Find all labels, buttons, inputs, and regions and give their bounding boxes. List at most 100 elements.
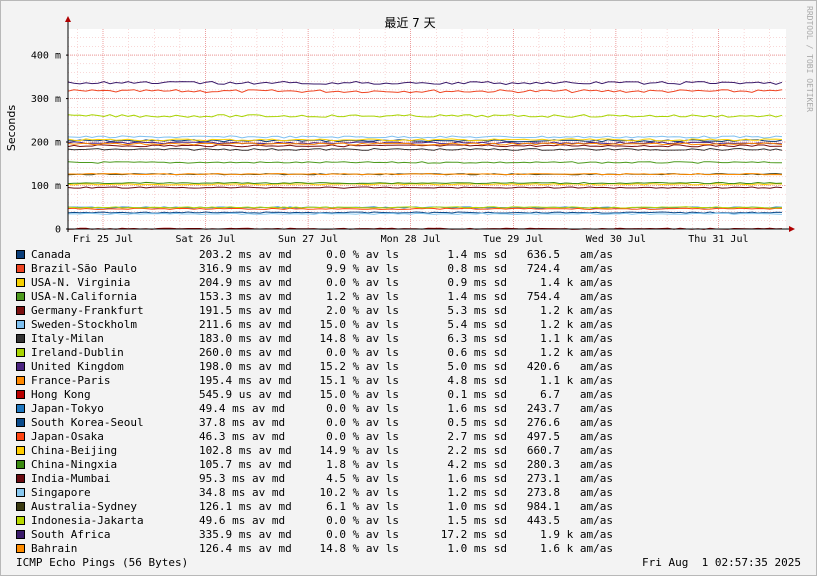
- legend-name: Italy-Milan: [31, 332, 104, 345]
- legend-name: South Africa: [31, 528, 111, 541]
- legend-stddev: 5.3 ms sd: [447, 304, 507, 317]
- legend-loss: 4.5 % av ls: [326, 472, 399, 485]
- legend-am-as: 273.8 am/as: [526, 486, 613, 499]
- legend-swatch: [16, 516, 25, 525]
- legend-median: 191.5 ms av md: [199, 304, 292, 317]
- legend-row: United Kingdom 198.0 ms av md 15.2 % av ls…: [16, 360, 616, 374]
- y-axis-label: Seconds: [5, 105, 18, 151]
- legend-median: 198.0 ms av md: [199, 360, 292, 373]
- legend-median: 316.9 ms av md: [199, 262, 292, 275]
- legend-loss: 0.0 % av ls: [326, 416, 399, 429]
- legend-swatch: [16, 334, 25, 343]
- legend-stddev: 17.2 ms sd: [440, 528, 507, 541]
- legend-stddev: 2.2 ms sd: [447, 444, 507, 457]
- legend-median: 183.0 ms av md: [199, 332, 292, 345]
- legend-row: France-Paris 195.4 ms av md 15.1 % av ls 4.…: [16, 374, 616, 388]
- legend-stddev: 0.8 ms sd: [447, 262, 507, 275]
- legend-stddev: 4.8 ms sd: [447, 374, 507, 387]
- legend-row: Italy-Milan 183.0 ms av md 14.8 % av ls 6.3…: [16, 332, 616, 346]
- legend-am-as: 660.7 am/as: [526, 444, 613, 457]
- legend-median: 153.3 ms av md: [199, 290, 292, 303]
- legend-row: Germany-Frankfurt 191.5 ms av md 2.0 % av …: [16, 304, 616, 318]
- legend-median: 126.1 ms av md: [199, 500, 292, 513]
- legend-loss: 14.8 % av ls: [319, 332, 399, 345]
- legend-am-as: 273.1 am/as: [526, 472, 613, 485]
- legend-stddev: 5.0 ms sd: [447, 360, 507, 373]
- legend-median: 203.2 ms av md: [199, 248, 292, 261]
- legend-loss: 0.0 % av ls: [326, 430, 399, 443]
- legend-loss: 15.0 % av ls: [319, 388, 399, 401]
- y-tick-label: 200 m: [31, 138, 61, 149]
- legend-stddev: 1.4 ms sd: [447, 248, 507, 261]
- legend-row: India-Mumbai 95.3 ms av md 4.5 % av ls 1.6 …: [16, 472, 616, 486]
- ping-chart: 最近 7 天 Seconds RRDTOOL / TOBI OETIKER 0 1…: [5, 6, 814, 245]
- legend-median: 49.6 ms av md: [199, 514, 286, 527]
- legend-stddev: 2.7 ms sd: [447, 430, 507, 443]
- legend-loss: 14.8 % av ls: [319, 542, 399, 555]
- legend-loss: 0.0 % av ls: [326, 402, 399, 415]
- rrdtool-watermark: RRDTOOL / TOBI OETIKER: [805, 6, 814, 112]
- legend-median: 102.8 ms av md: [199, 444, 292, 457]
- legend-am-as: 497.5 am/as: [526, 430, 613, 443]
- legend-loss: 0.0 % av ls: [326, 528, 399, 541]
- legend-name: United Kingdom: [31, 360, 124, 373]
- legend-median: 335.9 ms av md: [199, 528, 292, 541]
- legend-am-as: 984.1 am/as: [526, 500, 613, 513]
- legend-stddev: 0.9 ms sd: [447, 276, 507, 289]
- legend-row: South Korea-Seoul 37.8 ms av md 0.0 % av l…: [16, 416, 616, 430]
- legend-row: Indonesia-Jakarta 49.6 ms av md 0.0 % av l…: [16, 514, 616, 528]
- legend-name: Singapore: [31, 486, 91, 499]
- legend-row: Australia-Sydney 126.1 ms av md 6.1 % av l…: [16, 500, 616, 514]
- legend-row: USA-N.California 153.3 ms av md 1.2 % av l…: [16, 290, 616, 304]
- legend-am-as: 724.4 am/as: [526, 262, 613, 275]
- legend-am-as: 636.5 am/as: [526, 248, 613, 261]
- legend-name: Hong Kong: [31, 388, 91, 401]
- legend-swatch: [16, 250, 25, 259]
- legend-name: Bahrain: [31, 542, 78, 555]
- legend-median: 126.4 ms av md: [199, 542, 292, 555]
- legend-swatch: [16, 460, 25, 469]
- legend-loss: 15.1 % av ls: [319, 374, 399, 387]
- legend-name: Brazil-São Paulo: [31, 262, 137, 275]
- x-tick-label: Tue 29 Jul: [483, 234, 543, 245]
- legend-am-as: 1.2 k am/as: [540, 318, 613, 331]
- legend-loss: 15.0 % av ls: [319, 318, 399, 331]
- x-tick-label: Sat 26 Jul: [175, 234, 235, 245]
- legend-am-as: 1.9 k am/as: [540, 528, 613, 541]
- legend-median: 105.7 ms av md: [199, 458, 292, 471]
- legend-row: China-Ningxia 105.7 ms av md 1.8 % av ls 4.…: [16, 458, 616, 472]
- legend-name: India-Mumbai: [31, 472, 111, 485]
- legend-swatch: [16, 404, 25, 413]
- legend-swatch: [16, 264, 25, 273]
- legend-am-as: 1.2 k am/as: [540, 346, 613, 359]
- legend-name: Canada: [31, 248, 71, 261]
- legend-swatch: [16, 390, 25, 399]
- legend-median: 260.0 ms av md: [199, 346, 292, 359]
- legend-loss: 15.2 % av ls: [319, 360, 399, 373]
- legend-median: 195.4 ms av md: [199, 374, 292, 387]
- y-tick-label: 300 m: [31, 94, 61, 105]
- legend-name: Sweden-Stockholm: [31, 318, 137, 331]
- y-axis-arrow: [65, 16, 71, 22]
- legend-stddev: 1.6 ms sd: [447, 472, 507, 485]
- legend-name: Indonesia-Jakarta: [31, 514, 144, 527]
- legend-swatch: [16, 432, 25, 441]
- legend-stddev: 0.1 ms sd: [447, 388, 507, 401]
- legend-median: 204.9 ms av md: [199, 276, 292, 289]
- legend-row: South Africa 335.9 ms av md 0.0 % av ls 17.…: [16, 528, 616, 542]
- legend-am-as: 1.2 k am/as: [540, 304, 613, 317]
- legend-loss: 10.2 % av ls: [319, 486, 399, 499]
- legend-name: USA-N.California: [31, 290, 137, 303]
- legend-row: Sweden-Stockholm 211.6 ms av md 15.0 % av …: [16, 318, 616, 332]
- legend-row: USA-N. Virginia 204.9 ms av md 0.0 % av ls…: [16, 276, 616, 290]
- legend-stddev: 1.0 ms sd: [447, 542, 507, 555]
- legend-loss: 6.1 % av ls: [326, 500, 399, 513]
- y-tick-label: 100 m: [31, 181, 61, 192]
- legend-row: Japan-Osaka 46.3 ms av md 0.0 % av ls 2.7 m…: [16, 430, 616, 444]
- legend-name: Japan-Tokyo: [31, 402, 104, 415]
- graph-frame: 最近 7 天 Seconds RRDTOOL / TOBI OETIKER 0 1…: [0, 0, 817, 576]
- chart-title: 最近 7 天: [384, 16, 435, 30]
- legend-median: 211.6 ms av md: [199, 318, 292, 331]
- footer-timestamp: Fri Aug 1 02:57:35 2025: [642, 556, 801, 569]
- legend-stddev: 1.6 ms sd: [447, 402, 507, 415]
